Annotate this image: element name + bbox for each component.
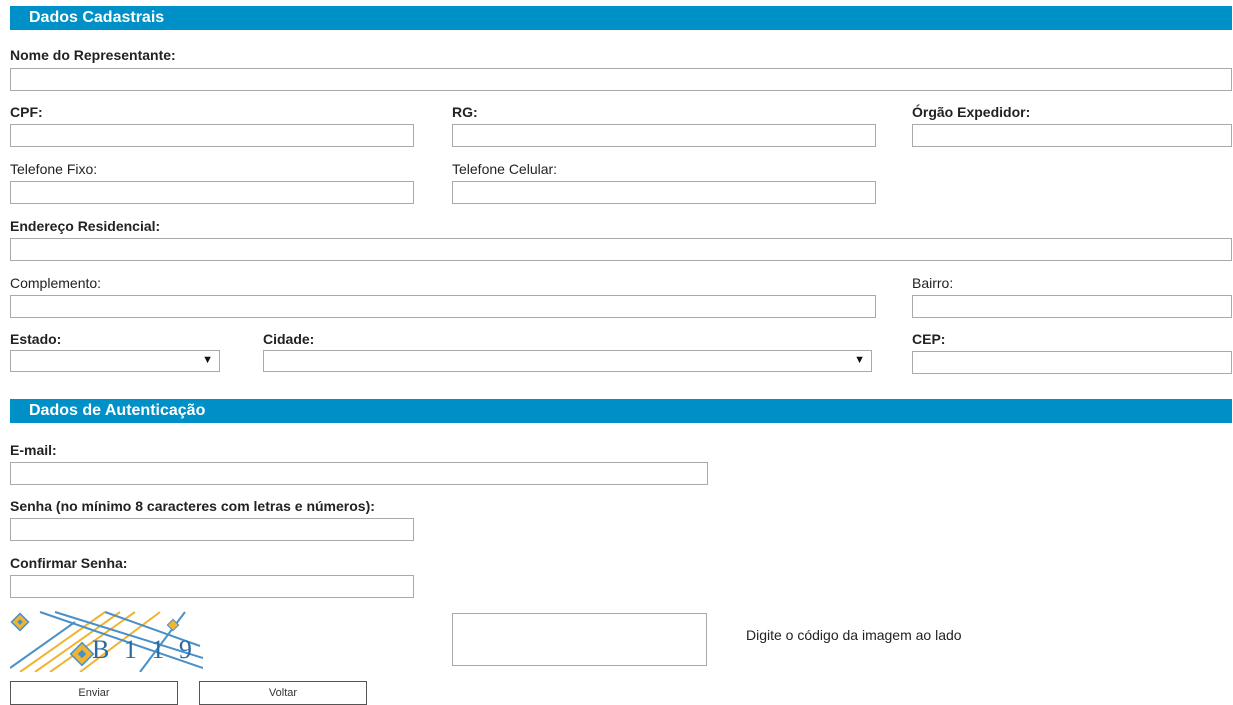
nome-input[interactable] [10,68,1232,91]
nome-label: Nome do Representante: [10,47,176,63]
rg-label: RG: [452,104,478,120]
captcha-text: B 1 1 9 [92,635,196,664]
enviar-button[interactable]: Enviar [10,681,178,705]
captcha-hint: Digite o código da imagem ao lado [746,627,962,643]
chevron-down-icon: ▼ [854,354,865,366]
confirmar-senha-input[interactable] [10,575,414,598]
cpf-label: CPF: [10,104,43,120]
orgao-expedidor-input[interactable] [912,124,1232,147]
complemento-input[interactable] [10,295,876,318]
section-header-dados-autenticacao: Dados de Autenticação [10,399,1232,423]
estado-select[interactable]: ▼ [10,350,220,372]
rg-input[interactable] [452,124,876,147]
cidade-select[interactable]: ▼ [263,350,872,372]
chevron-down-icon: ▼ [202,354,213,366]
bairro-label: Bairro: [912,275,954,291]
senha-input[interactable] [10,518,414,541]
orgao-expedidor-label: Órgão Expedidor: [912,104,1031,120]
complemento-label: Complemento: [10,275,102,291]
cpf-input[interactable] [10,124,414,147]
cep-input[interactable] [912,351,1232,374]
voltar-button[interactable]: Voltar [199,681,367,705]
telefone-celular-label: Telefone Celular: [452,161,558,177]
telefone-fixo-label: Telefone Fixo: [10,161,98,177]
email-label: E-mail: [10,442,57,458]
captcha-code-input[interactable] [452,613,707,666]
estado-label: Estado: [10,331,62,347]
telefone-celular-input[interactable] [452,181,876,204]
section-header-dados-cadastrais: Dados Cadastrais [10,6,1232,30]
cep-label: CEP: [912,331,946,347]
email-input[interactable] [10,462,708,485]
bairro-input[interactable] [912,295,1232,318]
endereco-input[interactable] [10,238,1232,261]
confirmar-senha-label: Confirmar Senha: [10,555,128,571]
captcha-image: B 1 1 9 [10,610,203,672]
telefone-fixo-input[interactable] [10,181,414,204]
cidade-label: Cidade: [263,331,315,347]
endereco-label: Endereço Residencial: [10,218,161,234]
senha-label: Senha (no mínimo 8 caracteres com letras… [10,498,375,514]
